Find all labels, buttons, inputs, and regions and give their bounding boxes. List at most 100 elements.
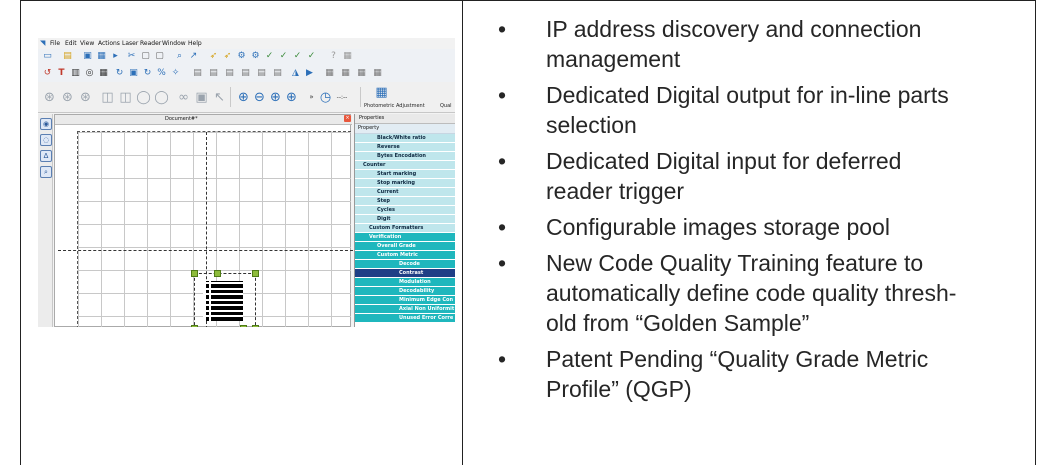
property-row[interactable]: Digit (355, 215, 455, 223)
photometric-label[interactable]: Photometric Adjustment (364, 103, 425, 109)
save-icon[interactable]: ▣ (82, 51, 93, 62)
reader-icon-2[interactable]: ⚙ (250, 51, 261, 62)
property-row[interactable]: Cycles (355, 206, 455, 214)
layout-icon-2[interactable]: ▦ (340, 68, 351, 79)
property-row[interactable]: Decodability (355, 287, 455, 295)
datamatrix-code[interactable] (203, 281, 243, 321)
menu-actions[interactable]: Actions (98, 40, 120, 47)
document-tab[interactable]: Document#* (55, 115, 352, 125)
layout-icon[interactable]: ▦ (324, 68, 335, 79)
open-icon[interactable]: ▤ (62, 51, 73, 62)
distribute-icon[interactable]: ◮ (290, 68, 301, 79)
undo-icon[interactable]: ↺ (42, 68, 53, 79)
verify-icon[interactable]: ✓ (264, 51, 275, 62)
nav-icon-1[interactable]: ⊛ (42, 90, 57, 105)
property-row[interactable]: Stop marking (355, 179, 455, 187)
resize-handle-top-right[interactable] (252, 270, 259, 277)
help-icon[interactable]: ? (328, 51, 339, 62)
barcode-icon[interactable]: ▥ (70, 68, 81, 79)
frame-icon[interactable]: ▣ (194, 90, 209, 105)
layout-icon-3[interactable]: ▦ (356, 68, 367, 79)
pen-tool-icon[interactable]: ∆ (40, 150, 52, 162)
align-icon-2[interactable]: ▤ (208, 68, 219, 79)
resize-handle-bottom-right[interactable] (252, 325, 259, 327)
paste-icon[interactable]: ▢ (154, 51, 165, 62)
nav-icon-4[interactable]: ◫ (100, 90, 115, 105)
overflow-icon[interactable]: » (304, 90, 319, 105)
property-row[interactable]: Current (355, 188, 455, 196)
search-icon[interactable]: ⌕ (174, 51, 185, 62)
property-row[interactable]: Minimum Edge Con (355, 296, 455, 304)
property-row[interactable]: Decode (355, 260, 455, 268)
menu-view[interactable]: View (80, 40, 94, 47)
property-row[interactable]: Unused Error Corre (355, 314, 455, 322)
image-icon[interactable]: ▣ (128, 68, 139, 79)
verify-icon-4[interactable]: ✓ (306, 51, 317, 62)
zoom-in-icon[interactable]: ⊕ (236, 90, 251, 105)
property-row[interactable]: Reverse (355, 143, 455, 151)
menu-laser[interactable]: Laser (122, 40, 138, 47)
menu-reader[interactable]: Reader (140, 40, 161, 47)
property-row[interactable]: Step (355, 197, 455, 205)
align-icon-5[interactable]: ▤ (256, 68, 267, 79)
property-row[interactable]: Modulation (355, 278, 455, 286)
copy-icon[interactable]: ▢ (140, 51, 151, 62)
laser-icon-2[interactable]: ➶ (222, 51, 233, 62)
property-row[interactable]: Custom Metric (355, 251, 455, 259)
new-icon[interactable]: ▭ (42, 51, 53, 62)
property-row[interactable]: Overall Grade (355, 242, 455, 250)
circle-icon[interactable]: ◎ (84, 68, 95, 79)
menu-help[interactable]: Help (188, 40, 202, 47)
extra-icon[interactable]: ▦ (342, 51, 353, 62)
laser-icon[interactable]: ➶ (208, 51, 219, 62)
timer-icon[interactable]: ◷ (318, 90, 333, 105)
resize-handle-top[interactable] (214, 270, 221, 277)
menu-edit[interactable]: Edit (65, 40, 77, 47)
properties-close-icon[interactable]: × (344, 115, 351, 122)
property-row[interactable]: Axial Non Uniformit (355, 305, 455, 313)
layout-icon-4[interactable]: ▦ (372, 68, 383, 79)
property-row[interactable]: Custom Formatters (355, 224, 455, 232)
align-icon-6[interactable]: ▤ (272, 68, 283, 79)
menu-window[interactable]: Window (162, 40, 186, 47)
property-row[interactable]: Counter (355, 161, 455, 169)
quality-label[interactable]: Qual (440, 103, 452, 109)
nav-icon-6[interactable]: ◯ (136, 90, 151, 105)
nav-icon-2[interactable]: ⊛ (60, 90, 75, 105)
shape-tool-icon[interactable]: ◌ (40, 134, 52, 146)
nav-icon-7[interactable]: ◯ (154, 90, 169, 105)
refresh-icon[interactable]: ↻ (142, 68, 153, 79)
zoom-tool-icon[interactable]: ⌕ (40, 166, 52, 178)
property-row[interactable]: Contrast (355, 269, 455, 277)
zoom-fit-icon[interactable]: ⊕ (268, 90, 283, 105)
grid-icon[interactable]: ▦ (98, 68, 109, 79)
menu-file[interactable]: File (50, 40, 60, 47)
align-icon[interactable]: ▤ (192, 68, 203, 79)
zoom-page-icon[interactable]: ⊕ (284, 90, 299, 105)
resize-handle-top-left[interactable] (191, 270, 198, 277)
verify-icon-2[interactable]: ✓ (278, 51, 289, 62)
property-row[interactable]: Bytes Encodation (355, 152, 455, 160)
distribute-icon-2[interactable]: ▶ (304, 68, 315, 79)
play-icon[interactable]: ▸ (110, 51, 121, 62)
rotate-icon[interactable]: ↻ (114, 68, 125, 79)
align-icon-4[interactable]: ▤ (240, 68, 251, 79)
property-row[interactable]: Black/White ratio (355, 134, 455, 142)
property-row[interactable]: Start marking (355, 170, 455, 178)
cursor-icon[interactable]: ↖ (212, 90, 227, 105)
pointer-icon[interactable]: ↗ (188, 51, 199, 62)
text-icon[interactable]: T (56, 68, 67, 79)
photometric-icon[interactable]: ▦ (374, 85, 389, 100)
nav-icon-5[interactable]: ◫ (118, 90, 133, 105)
nav-icon-3[interactable]: ⊛ (78, 90, 93, 105)
zoom-out-icon[interactable]: ⊖ (252, 90, 267, 105)
timer-dropdown-icon[interactable]: --:-- (332, 90, 352, 105)
link-icon[interactable]: ∞ (176, 90, 191, 105)
percent-icon[interactable]: % (156, 68, 167, 79)
resize-handle-bottom[interactable] (240, 325, 247, 327)
print-icon[interactable]: ▦ (96, 51, 107, 62)
resize-handle-bottom-left[interactable] (191, 325, 198, 327)
select-tool-icon[interactable]: ◉ (40, 118, 52, 130)
reader-icon[interactable]: ⚙ (236, 51, 247, 62)
sparkle-icon[interactable]: ✧ (170, 68, 181, 79)
